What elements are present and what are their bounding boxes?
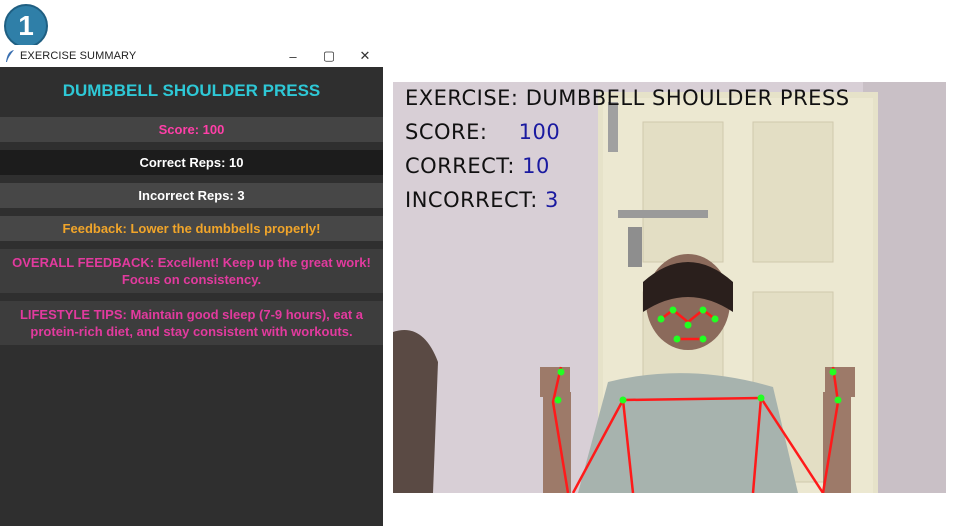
hud-score: SCORE: 100: [405, 120, 560, 144]
window-titlebar: EXERCISE SUMMARY – ▢ ✕: [0, 45, 383, 67]
minimize-button[interactable]: –: [275, 49, 311, 64]
score-label: Score: 100: [0, 117, 383, 142]
hud-correct-value: 10: [522, 154, 550, 178]
hud-correct-label: CORRECT:: [405, 154, 515, 178]
hud-exercise-value: DUMBBELL SHOULDER PRESS: [525, 86, 850, 110]
camera-feed: EXERCISE: DUMBBELL SHOULDER PRESS SCORE:…: [393, 82, 946, 493]
incorrect-reps-label: Incorrect Reps: 3: [0, 183, 383, 208]
step-number-badge: 1: [4, 4, 48, 48]
correct-reps-label: Correct Reps: 10: [0, 150, 383, 175]
hud-incorrect: INCORRECT: 3: [405, 188, 559, 212]
person-shirt: [578, 373, 798, 493]
maximize-button[interactable]: ▢: [311, 48, 347, 64]
summary-content: DUMBBELL SHOULDER PRESS Score: 100 Corre…: [0, 67, 383, 345]
hud-score-label: SCORE:: [405, 120, 488, 144]
hud-correct: CORRECT: 10: [405, 154, 550, 178]
lifestyle-tips-label: LIFESTYLE TIPS: Maintain good sleep (7-9…: [0, 301, 383, 345]
feather-icon: [6, 50, 14, 62]
hud-incorrect-value: 3: [545, 188, 559, 212]
overall-feedback-label: OVERALL FEEDBACK: Excellent! Keep up the…: [0, 249, 383, 293]
feedback-label: Feedback: Lower the dumbbells properly!: [0, 216, 383, 241]
exercise-summary-window: EXERCISE SUMMARY – ▢ ✕ DUMBBELL SHOULDER…: [0, 45, 383, 526]
hud-exercise: EXERCISE: DUMBBELL SHOULDER PRESS: [405, 86, 850, 110]
hud-exercise-label: EXERCISE:: [405, 86, 519, 110]
hud-score-value: 100: [518, 120, 561, 144]
exercise-title: DUMBBELL SHOULDER PRESS: [62, 81, 321, 100]
window-title: EXERCISE SUMMARY: [20, 50, 137, 62]
close-button[interactable]: ✕: [347, 48, 383, 64]
hud-incorrect-label: INCORRECT:: [405, 188, 538, 212]
